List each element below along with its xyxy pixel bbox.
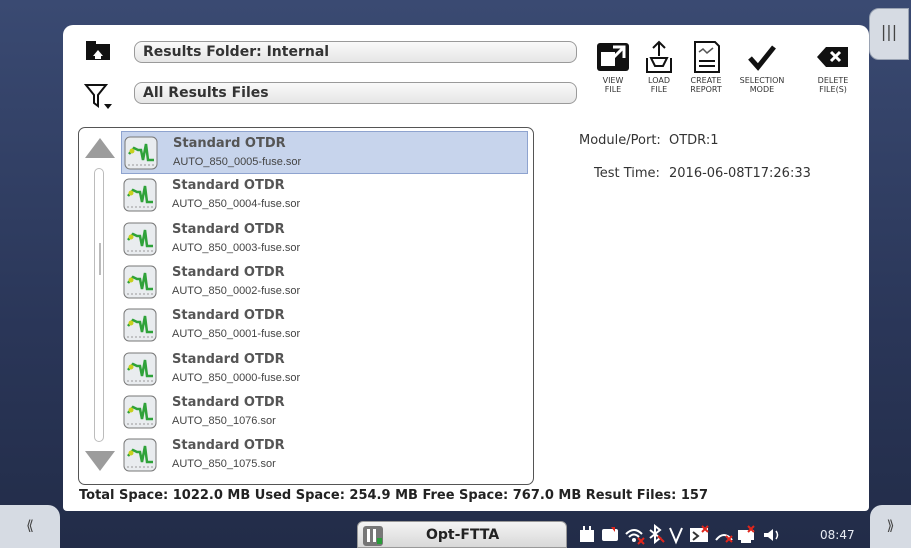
scrollbar-track[interactable] [94,168,104,442]
create-report-label: CREATE REPORT [690,76,722,94]
view-file-icon [597,43,629,71]
file-name-label: AUTO_850_0002-fuse.sor [172,284,301,297]
app-task-label: Opt-FTTA [426,527,500,543]
file-name-label: AUTO_850_0004-fuse.sor [172,198,301,211]
side-menu-tab[interactable]: ||| [869,8,909,60]
file-type-label: Standard OTDR [173,136,286,151]
otdr-trace-icon [123,438,157,472]
load-file-button[interactable]: LOAD FILE [633,40,685,94]
otdr-trace-icon [123,308,157,342]
file-name-label: AUTO_850_0003-fuse.sor [172,241,301,254]
selection-mode-button[interactable]: SELECTION MODE [736,40,788,94]
clock: 08:47 [820,528,855,542]
file-type-label: Standard OTDR [172,221,285,237]
view-file-button[interactable]: VIEW FILE [587,40,639,94]
otdr-trace-icon [124,136,158,170]
otdr-trace-icon [123,265,157,299]
create-report-button[interactable]: CREATE REPORT [680,40,732,94]
app-icon [363,526,383,546]
previous-nav-button[interactable]: ⟪ [0,505,60,548]
module-port-value: OTDR:1 [669,133,719,148]
file-list-item[interactable]: Standard OTDR AUTO_850_1075.sor [121,434,528,477]
file-type-label: Standard OTDR [172,264,285,280]
view-file-label: VIEW FILE [602,76,624,94]
power-plug-icon [580,526,594,542]
delete-files-button[interactable]: DELETE FILE(S) [807,40,859,94]
results-folder-field[interactable]: Results Folder: Internal [134,41,577,63]
file-name-label: AUTO_850_0001-fuse.sor [172,328,301,341]
network-icon [715,534,733,543]
test-time-label: Test Time: [594,166,660,181]
file-name-label: AUTO_850_1076.sor [172,414,276,427]
checkmark-icon [748,45,776,71]
file-list-item[interactable]: Standard OTDR AUTO_850_0001-fuse.sor [121,304,528,347]
file-list-item[interactable]: Standard OTDR AUTO_850_0002-fuse.sor [121,261,528,304]
selection-mode-label: SELECTION MODE [739,76,785,94]
module-port-label: Module/Port: [579,133,661,148]
load-file-icon [646,40,672,73]
file-list-item[interactable]: Standard OTDR AUTO_850_0003-fuse.sor [121,218,528,261]
battery-icon [602,527,618,541]
file-list-item[interactable]: Standard OTDR AUTO_850_0005-fuse.sor [121,131,528,174]
file-list-item[interactable]: Standard OTDR AUTO_850_0004-fuse.sor [121,174,528,217]
file-type-label: Standard OTDR [172,394,285,410]
file-list-item[interactable]: Standard OTDR AUTO_850_1076.sor [121,391,528,434]
file-type-label: Standard OTDR [172,178,285,194]
test-time-value: 2016-06-08T17:26:33 [669,166,811,181]
app-task-button[interactable]: Opt-FTTA [357,521,567,548]
bluetooth-icon [649,524,665,545]
delete-files-label: DELETE FILE(S) [817,76,849,94]
speaker-icon [764,529,779,541]
file-name-label: AUTO_850_0000-fuse.sor [172,371,301,384]
remote-display-icon [690,525,709,542]
file-name-label: AUTO_850_0005-fuse.sor [173,156,302,168]
file-filter-field[interactable]: All Results Files [134,82,577,104]
otdr-trace-icon [123,395,157,429]
otdr-trace-icon [123,222,157,256]
scrollbar-thumb[interactable] [99,243,101,275]
next-nav-button[interactable]: ⟫ [870,505,911,548]
otdr-trace-icon [123,352,157,385]
file-name-label: AUTO_850_1075.sor [172,458,276,471]
file-type-label: Standard OTDR [172,438,285,454]
otdr-trace-icon [123,178,157,212]
delete-backspace-icon [817,47,848,67]
usb-icon [669,527,683,545]
wifi-icon [625,529,645,545]
folder-home-icon[interactable] [86,40,110,60]
file-type-label: Standard OTDR [172,351,285,367]
ethernet-icon [738,525,755,543]
status-icons [580,524,779,545]
filter-icon[interactable] [84,82,114,112]
scroll-up-arrow-icon[interactable] [85,138,115,158]
create-report-icon [694,41,720,73]
file-type-label: Standard OTDR [172,308,285,324]
scroll-down-arrow-icon[interactable] [85,451,115,471]
file-list-item[interactable]: Standard OTDR AUTO_850_0000-fuse.sor [121,348,528,391]
storage-summary: Total Space: 1022.0 MB Used Space: 254.9… [79,488,708,503]
load-file-label: LOAD FILE [648,76,670,94]
